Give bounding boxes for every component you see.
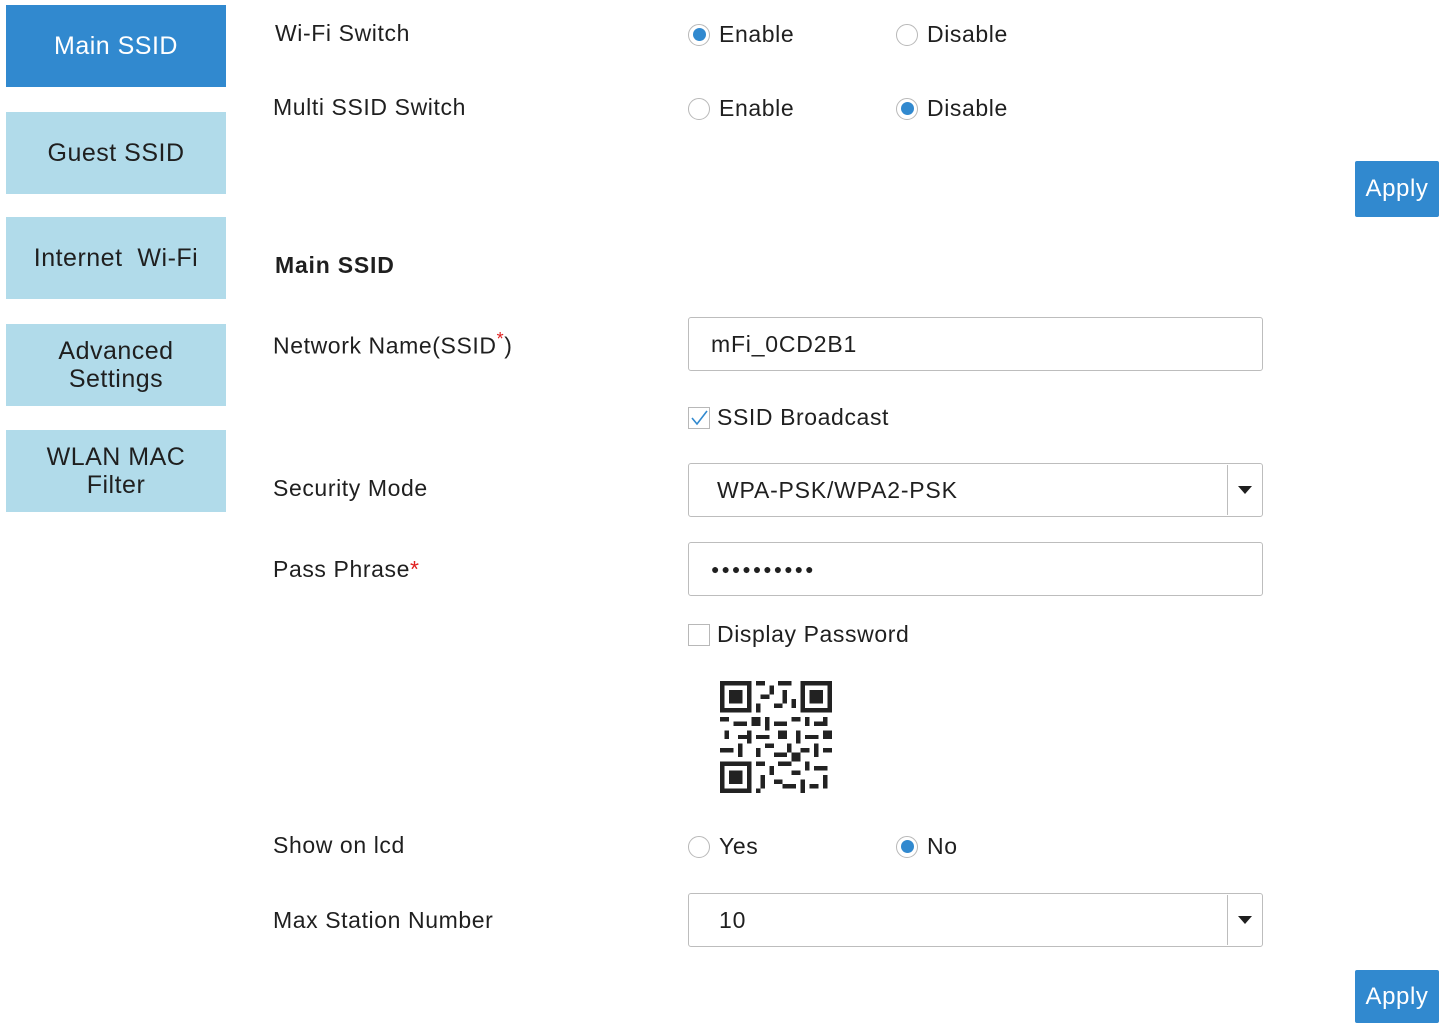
radio-unselected-icon: [688, 835, 710, 858]
sidebar-item-label: Guest SSID: [47, 139, 185, 167]
multi-ssid-switch-label: Multi SSID Switch: [273, 94, 466, 120]
wifi-disable-radio[interactable]: Disable: [896, 21, 1008, 48]
network-name-input[interactable]: mFi_0CD2B1: [688, 317, 1263, 371]
show-on-lcd-no-radio[interactable]: No: [896, 833, 958, 860]
pass-phrase-label-text: Pass Phrase: [273, 556, 410, 582]
sidebar-item-label: Main SSID: [54, 32, 178, 60]
network-name-label-close: ): [504, 332, 513, 359]
network-name-label-text: Network Name(SSID: [273, 332, 497, 359]
chevron-down-icon[interactable]: [1227, 895, 1261, 945]
wifi-switch-label: Wi-Fi Switch: [275, 20, 410, 46]
security-mode-value: WPA-PSK/WPA2-PSK: [717, 476, 958, 503]
radio-label: Enable: [719, 95, 795, 121]
pass-phrase-value: ●●●●●●●●●●: [711, 561, 816, 577]
required-mark: *: [410, 556, 420, 582]
pass-phrase-label: Pass Phrase*: [273, 556, 420, 583]
section-title: Main SSID: [275, 252, 395, 278]
wifi-enable-radio[interactable]: Enable: [688, 21, 794, 48]
max-station-label: Max Station Number: [273, 907, 494, 933]
ssid-broadcast-checkbox[interactable]: SSID Broadcast: [688, 404, 889, 431]
display-password-label: Display Password: [717, 621, 910, 647]
radio-selected-icon: [688, 23, 710, 46]
radio-selected-icon: [896, 835, 918, 858]
multi-ssid-disable-radio[interactable]: Disable: [896, 95, 1008, 122]
show-on-lcd-yes-radio[interactable]: Yes: [688, 833, 758, 860]
qr-code-icon: [720, 681, 832, 793]
ssid-broadcast-label: SSID Broadcast: [717, 404, 890, 430]
sidebar-item-wlan-mac-filter[interactable]: WLAN MAC Filter: [6, 430, 226, 512]
chevron-down-icon[interactable]: [1227, 465, 1261, 515]
radio-label: No: [927, 833, 958, 859]
show-on-lcd-label: Show on lcd: [273, 832, 405, 858]
radio-label: Disable: [927, 95, 1008, 121]
sidebar-item-label: Advanced Settings: [58, 337, 174, 393]
pass-phrase-input[interactable]: ●●●●●●●●●●: [688, 542, 1263, 596]
sidebar-item-label: Internet Wi-Fi: [33, 244, 199, 272]
radio-unselected-icon: [688, 97, 710, 120]
max-station-value: 10: [719, 906, 747, 933]
apply-switch-button[interactable]: Apply: [1355, 161, 1439, 217]
radio-label: Disable: [927, 21, 1008, 47]
network-name-value: mFi_0CD2B1: [711, 330, 858, 357]
apply-main-ssid-button[interactable]: Apply: [1355, 970, 1439, 1023]
network-name-label: Network Name(SSID*): [273, 329, 513, 360]
security-mode-select[interactable]: WPA-PSK/WPA2-PSK: [688, 463, 1263, 517]
sidebar-item-internet-wifi[interactable]: Internet Wi-Fi: [6, 217, 226, 299]
max-station-select[interactable]: 10: [688, 893, 1263, 947]
radio-label: Enable: [719, 21, 795, 47]
sidebar-item-guest-ssid[interactable]: Guest SSID: [6, 112, 226, 194]
display-password-checkbox[interactable]: Display Password: [688, 621, 909, 648]
radio-unselected-icon: [896, 23, 918, 46]
sidebar-item-advanced-settings[interactable]: Advanced Settings: [6, 324, 226, 406]
security-mode-label: Security Mode: [273, 475, 428, 501]
checkmark-icon: [688, 406, 710, 429]
radio-selected-icon: [896, 97, 918, 120]
multi-ssid-enable-radio[interactable]: Enable: [688, 95, 794, 122]
radio-label: Yes: [719, 833, 759, 859]
sidebar-item-main-ssid[interactable]: Main SSID: [6, 5, 226, 87]
checkbox-empty-icon: [688, 623, 710, 646]
sidebar-item-label: WLAN MAC Filter: [46, 443, 186, 499]
